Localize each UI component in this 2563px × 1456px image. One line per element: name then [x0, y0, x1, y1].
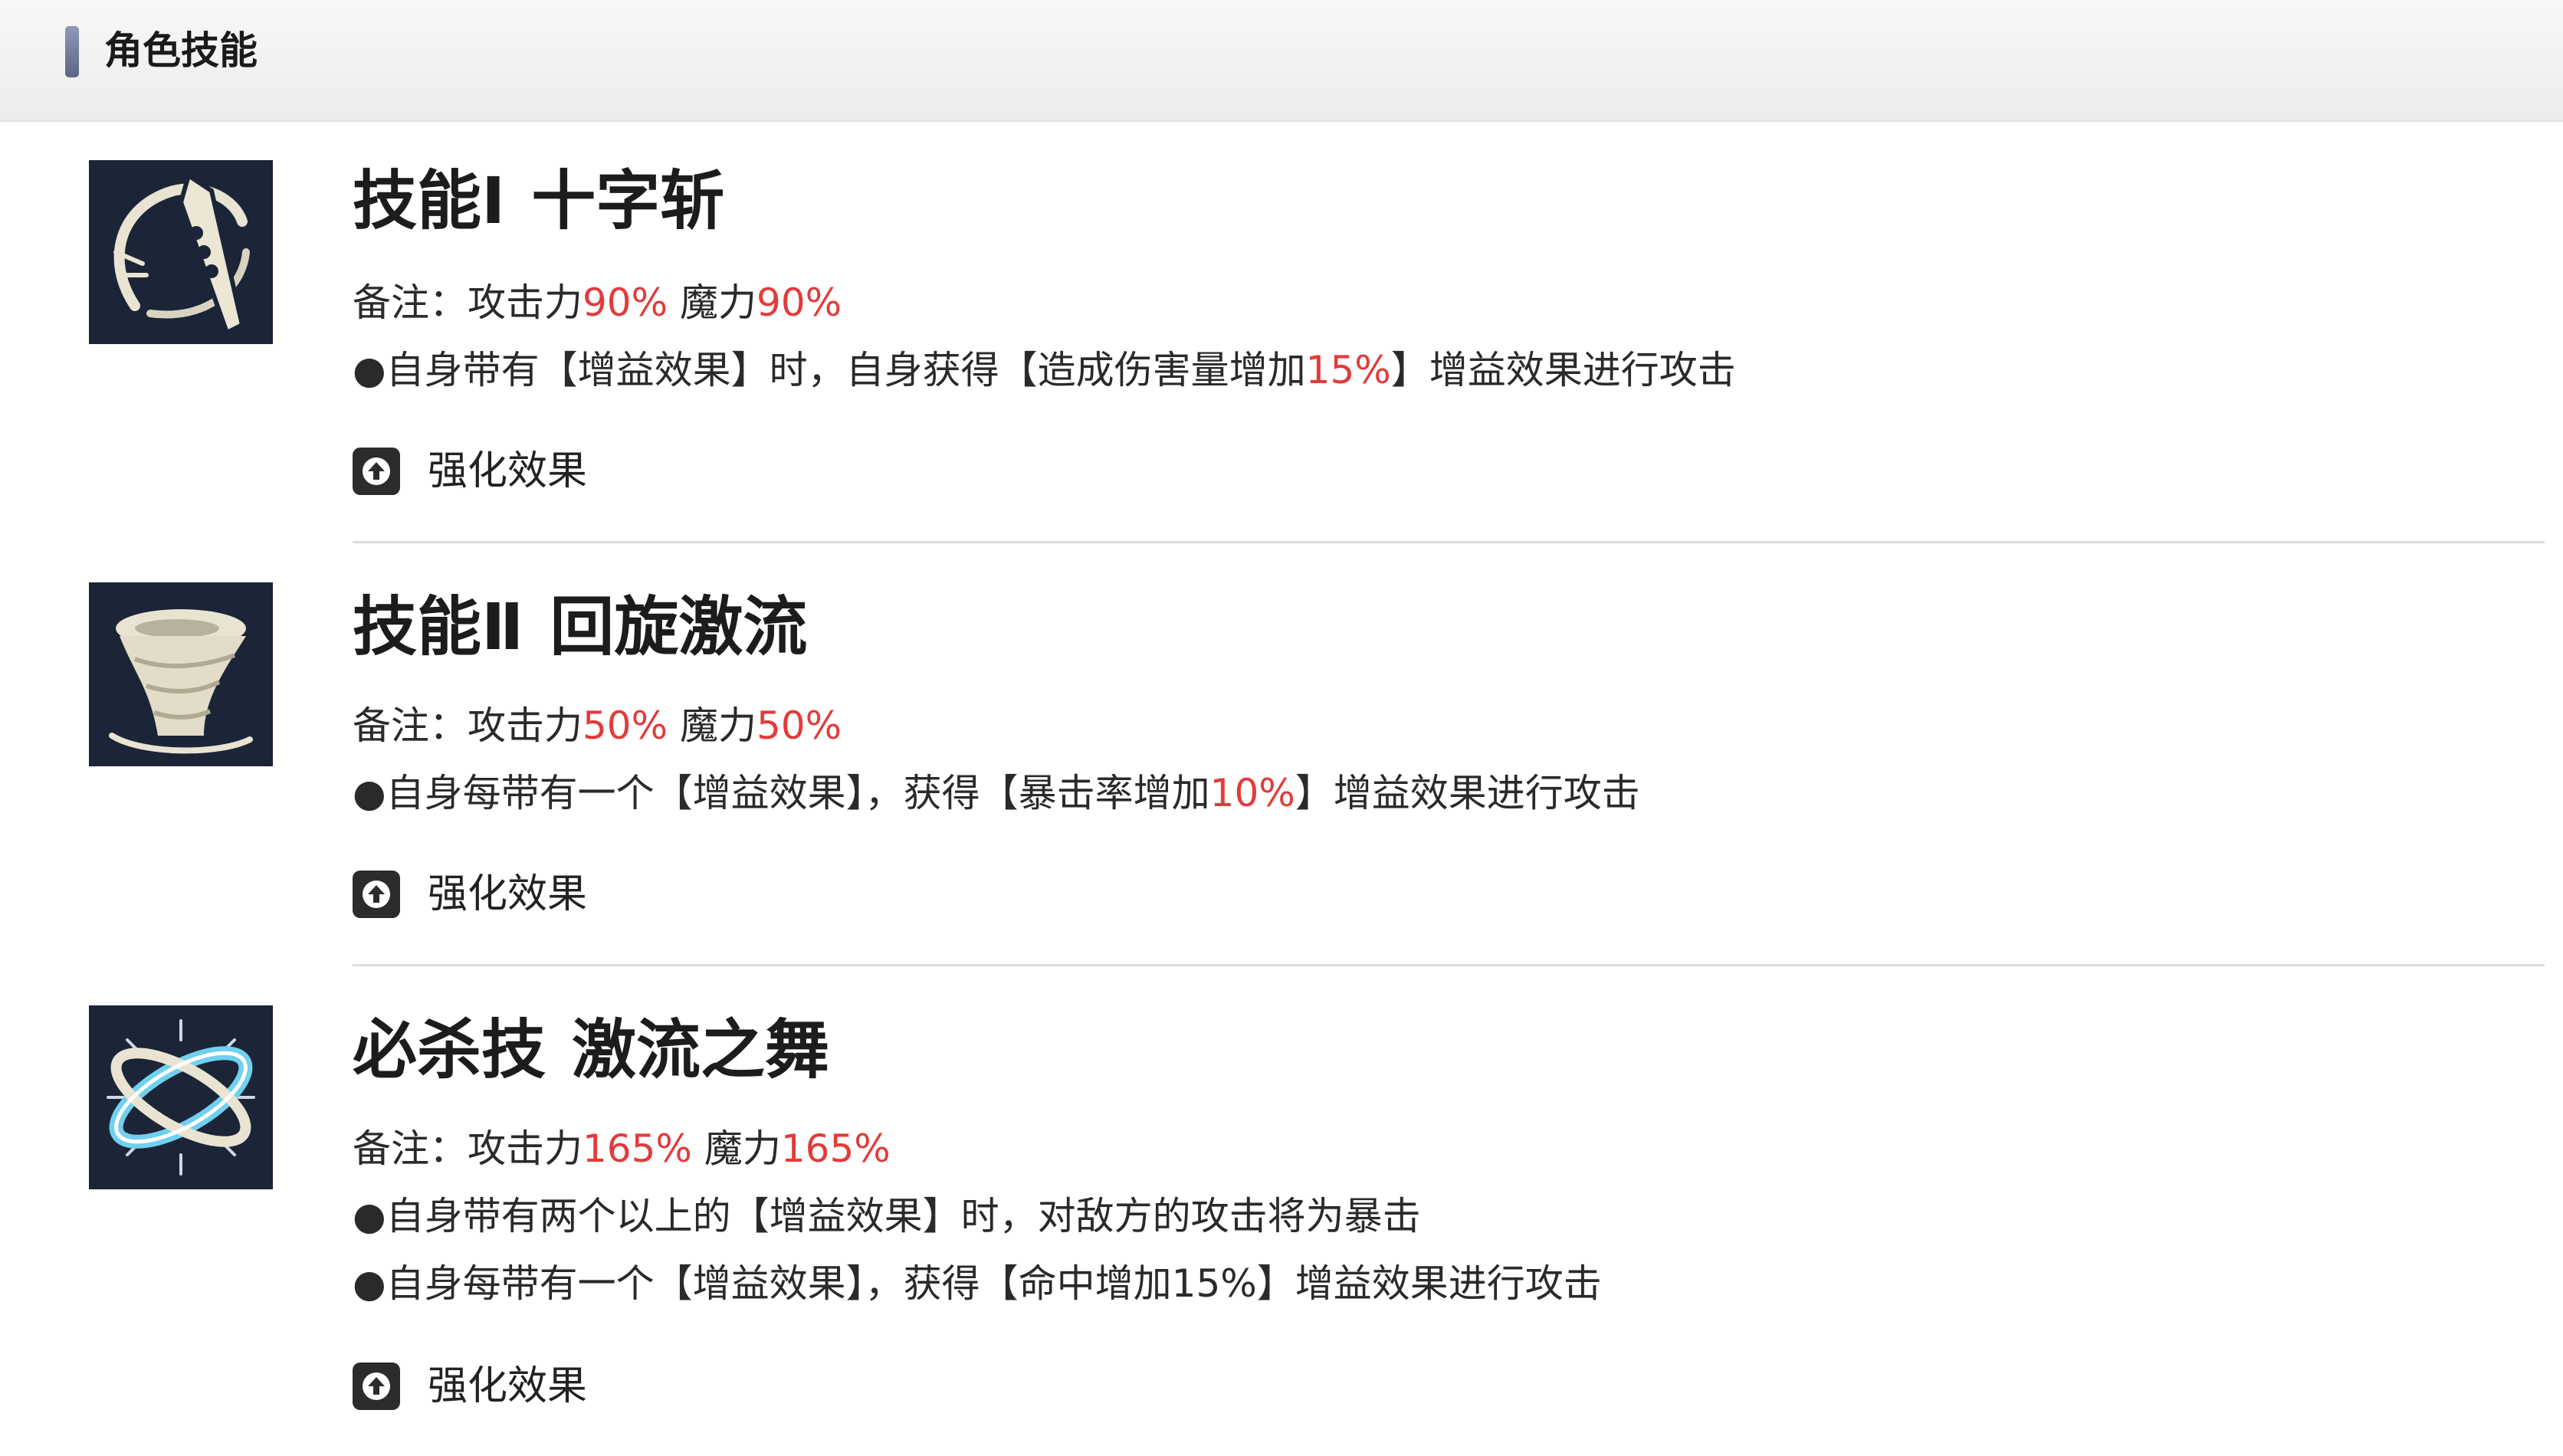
atk-value: 90% — [582, 280, 668, 325]
skill-name: 十字斩 — [531, 163, 725, 238]
note-label: 备注：攻击力 — [353, 1126, 582, 1171]
effect-text: ●自身带有两个以上的【增益效果】时，对敌方的攻击将为暴击 — [353, 1194, 1421, 1238]
cross-slash-icon — [89, 160, 273, 344]
torrent-dance-icon — [89, 1005, 273, 1189]
skill-effect: ●自身带有【增益效果】时，自身获得【造成伤害量增加15%】增益效果进行攻击 — [353, 343, 1736, 397]
mag-label: 魔力 — [704, 1126, 781, 1171]
divider — [353, 541, 2545, 543]
effect-text: ●自身每带有一个【增益效果】，获得【命中增加15%】增益效果进行攻击 — [353, 1261, 1602, 1306]
skill-effect: ●自身每带有一个【增益效果】，获得【命中增加15%】增益效果进行攻击 — [353, 1257, 1602, 1310]
enhance-label: 强化效果 — [428, 448, 588, 494]
divider — [353, 964, 2545, 966]
enhance-label: 强化效果 — [428, 871, 588, 917]
skill-title: 必杀技 激流之舞 — [353, 1012, 829, 1088]
section-header: 角色技能 — [0, 0, 2563, 122]
skill-title: 技能Ⅰ 十字斩 — [353, 162, 724, 239]
skill-note: 备注：攻击力165% 魔力165% — [353, 1122, 891, 1176]
enhance-label: 强化效果 — [428, 1363, 588, 1409]
skill-name: 激流之舞 — [572, 1012, 830, 1087]
effect-value: 10% — [1209, 771, 1295, 815]
mag-label: 魔力 — [680, 280, 757, 325]
section-title: 角色技能 — [104, 28, 258, 73]
effect-value: 15% — [1305, 348, 1391, 392]
skill-title: 技能Ⅱ 回旋激流 — [353, 589, 807, 665]
note-label: 备注：攻击力 — [353, 280, 582, 325]
upgrade-arrow-icon — [353, 871, 400, 918]
note-label: 备注：攻击力 — [353, 703, 582, 748]
skill-note: 备注：攻击力90% 魔力90% — [353, 276, 842, 330]
atk-value: 50% — [582, 703, 668, 748]
whirlwind-icon — [89, 582, 273, 766]
skill-effect: ●自身每带有一个【增益效果】，获得【暴击率增加10%】增益效果进行攻击 — [353, 766, 1640, 820]
effect-text: ●自身每带有一个【增益效果】，获得【暴击率增加 — [353, 771, 1210, 815]
upgrade-arrow-icon — [353, 1363, 400, 1410]
skill-note: 备注：攻击力50% 魔力50% — [353, 699, 842, 753]
mag-value: 90% — [756, 280, 842, 325]
effect-text-end: 】增益效果进行攻击 — [1390, 348, 1736, 392]
skill-rank: 必杀技 — [353, 1012, 546, 1087]
mag-value: 165% — [780, 1126, 891, 1171]
skill-effect: ●自身带有两个以上的【增益效果】时，对敌方的攻击将为暴击 — [353, 1189, 1421, 1243]
upgrade-arrow-icon — [353, 448, 400, 495]
header-accent-bar — [65, 26, 79, 77]
skill-name: 回旋激流 — [550, 589, 808, 664]
mag-value: 50% — [756, 703, 842, 748]
skill-rank: 技能Ⅰ — [353, 163, 506, 238]
skill-rank: 技能Ⅱ — [353, 589, 524, 664]
mag-label: 魔力 — [680, 703, 757, 748]
atk-value: 165% — [582, 1126, 692, 1171]
effect-text: ●自身带有【增益效果】时，自身获得【造成伤害量增加 — [353, 348, 1306, 392]
effect-text-end: 】增益效果进行攻击 — [1295, 771, 1640, 815]
